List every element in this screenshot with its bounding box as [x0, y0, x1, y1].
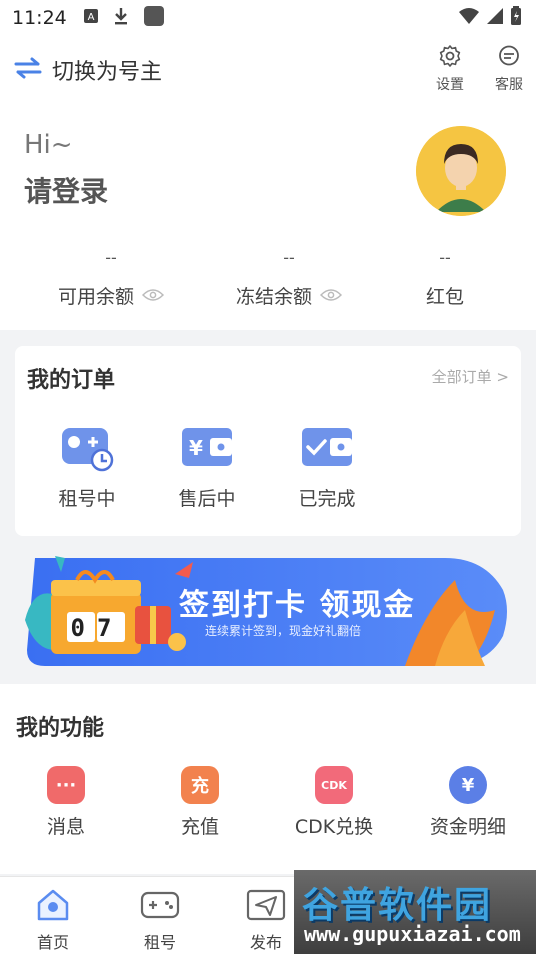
greeting-text: Hi~ [24, 130, 73, 160]
switch-role-label: 切换为号主 [52, 60, 163, 85]
user-avatar-icon [416, 126, 506, 216]
functions-title: 我的功能 [16, 716, 105, 741]
settings-button[interactable]: 设置 [430, 44, 470, 94]
available-balance-label: 可用余额 [57, 286, 134, 308]
watermark-brand: 谷普软件园 [302, 885, 493, 926]
service-label: 客服 [495, 77, 523, 93]
gear-icon [438, 45, 462, 72]
watermark-overlay: 谷普软件园 www.gupuxiazai.com [294, 870, 536, 954]
fund-detail-icon: ¥ [449, 766, 487, 804]
checkin-banner[interactable]: 07 签到打卡 领现金 连续累计签到，现金好礼翻倍 [25, 550, 513, 670]
status-time: 11:24 [12, 7, 67, 29]
func-fund-details[interactable]: ¥ 资金明细 [408, 766, 528, 839]
wallet-yen-icon: ¥ [178, 428, 236, 476]
customer-service-button[interactable]: 客服 [489, 44, 529, 94]
available-balance-value: -- [105, 248, 117, 267]
eye-icon[interactable] [312, 285, 343, 307]
gamepad-icon [140, 891, 180, 927]
order-completed-label: 已完成 [298, 488, 356, 510]
app-square-icon [143, 5, 165, 31]
stat-available-balance[interactable]: -- 可用余额 [36, 248, 186, 309]
func-cdk-label: CDK兑换 [294, 816, 374, 838]
func-messages-label: 消息 [46, 816, 85, 838]
order-after-sale-label: 售后中 [178, 488, 236, 510]
eye-icon[interactable] [134, 285, 165, 307]
banner-subtitle: 连续累计签到，现金好礼翻倍 [205, 624, 362, 638]
tab-rent[interactable]: 租号 [130, 887, 190, 953]
tab-rent-label: 租号 [143, 933, 176, 952]
banner-title: 签到打卡 领现金 [179, 588, 416, 623]
func-recharge-label: 充值 [180, 816, 219, 838]
order-renting[interactable]: 租号中 [37, 424, 137, 511]
download-icon [113, 7, 129, 29]
func-fund-label: 资金明细 [429, 816, 506, 838]
login-link[interactable]: 请登录 [24, 170, 108, 210]
tab-home-label: 首页 [36, 933, 69, 952]
watermark-url: www.gupuxiazai.com [304, 922, 521, 946]
settings-label: 设置 [436, 77, 464, 93]
orders-title: 我的订单 [27, 368, 116, 393]
top-bar: 切换为号主 设置 客服 [0, 36, 536, 102]
wifi-icon [458, 7, 480, 29]
send-icon [246, 889, 286, 927]
swap-arrows-icon [14, 57, 42, 83]
red-packet-value: -- [439, 248, 451, 267]
frozen-balance-value: -- [283, 248, 295, 267]
signal-icon [486, 7, 504, 29]
my-orders-card: 我的订单 全部订单 > 租号中 ¥ 售后中 已完成 [15, 346, 521, 536]
red-packet-label: 红包 [425, 286, 464, 308]
keyboard-a-icon: A [83, 8, 99, 28]
message-icon: ··· [47, 766, 85, 804]
checkin-counter: 07 [70, 614, 124, 642]
profile-card: Hi~ 请登录 -- 可用余额 -- 冻结余额 -- 红包 [0, 102, 536, 330]
order-renting-label: 租号中 [58, 488, 116, 510]
recharge-icon: 充 [181, 766, 219, 804]
gamepad-clock-icon [60, 428, 114, 476]
wallet-check-icon [298, 428, 356, 476]
tab-publish-label: 发布 [249, 933, 282, 952]
battery-icon [510, 6, 522, 30]
tab-publish[interactable]: 发布 [236, 887, 296, 953]
tab-home[interactable]: 首页 [23, 887, 83, 953]
order-after-sale[interactable]: ¥ 售后中 [157, 424, 257, 511]
func-recharge[interactable]: 充 充值 [140, 766, 260, 839]
stat-red-packet[interactable]: -- 红包 [370, 248, 520, 309]
svg-text:A: A [87, 12, 94, 23]
stat-frozen-balance[interactable]: -- 冻结余额 [214, 248, 364, 309]
all-orders-link[interactable]: 全部订单 > [432, 366, 509, 387]
home-icon [35, 889, 71, 927]
my-functions-section: 我的功能 ··· 消息 充 充值 CDK CDK兑换 ¥ 资金明细 [0, 684, 536, 874]
func-messages[interactable]: ··· 消息 [6, 766, 126, 839]
avatar[interactable] [416, 126, 506, 216]
switch-role-button[interactable]: 切换为号主 [14, 54, 162, 86]
svg-text:¥: ¥ [189, 436, 203, 460]
func-cdk-redeem[interactable]: CDK CDK兑换 [274, 766, 394, 839]
order-completed[interactable]: 已完成 [277, 424, 377, 511]
cdk-icon: CDK [315, 766, 353, 804]
chat-bubble-icon [497, 45, 521, 72]
status-bar: 11:24 A [0, 0, 536, 36]
frozen-balance-label: 冻结余额 [235, 286, 312, 308]
